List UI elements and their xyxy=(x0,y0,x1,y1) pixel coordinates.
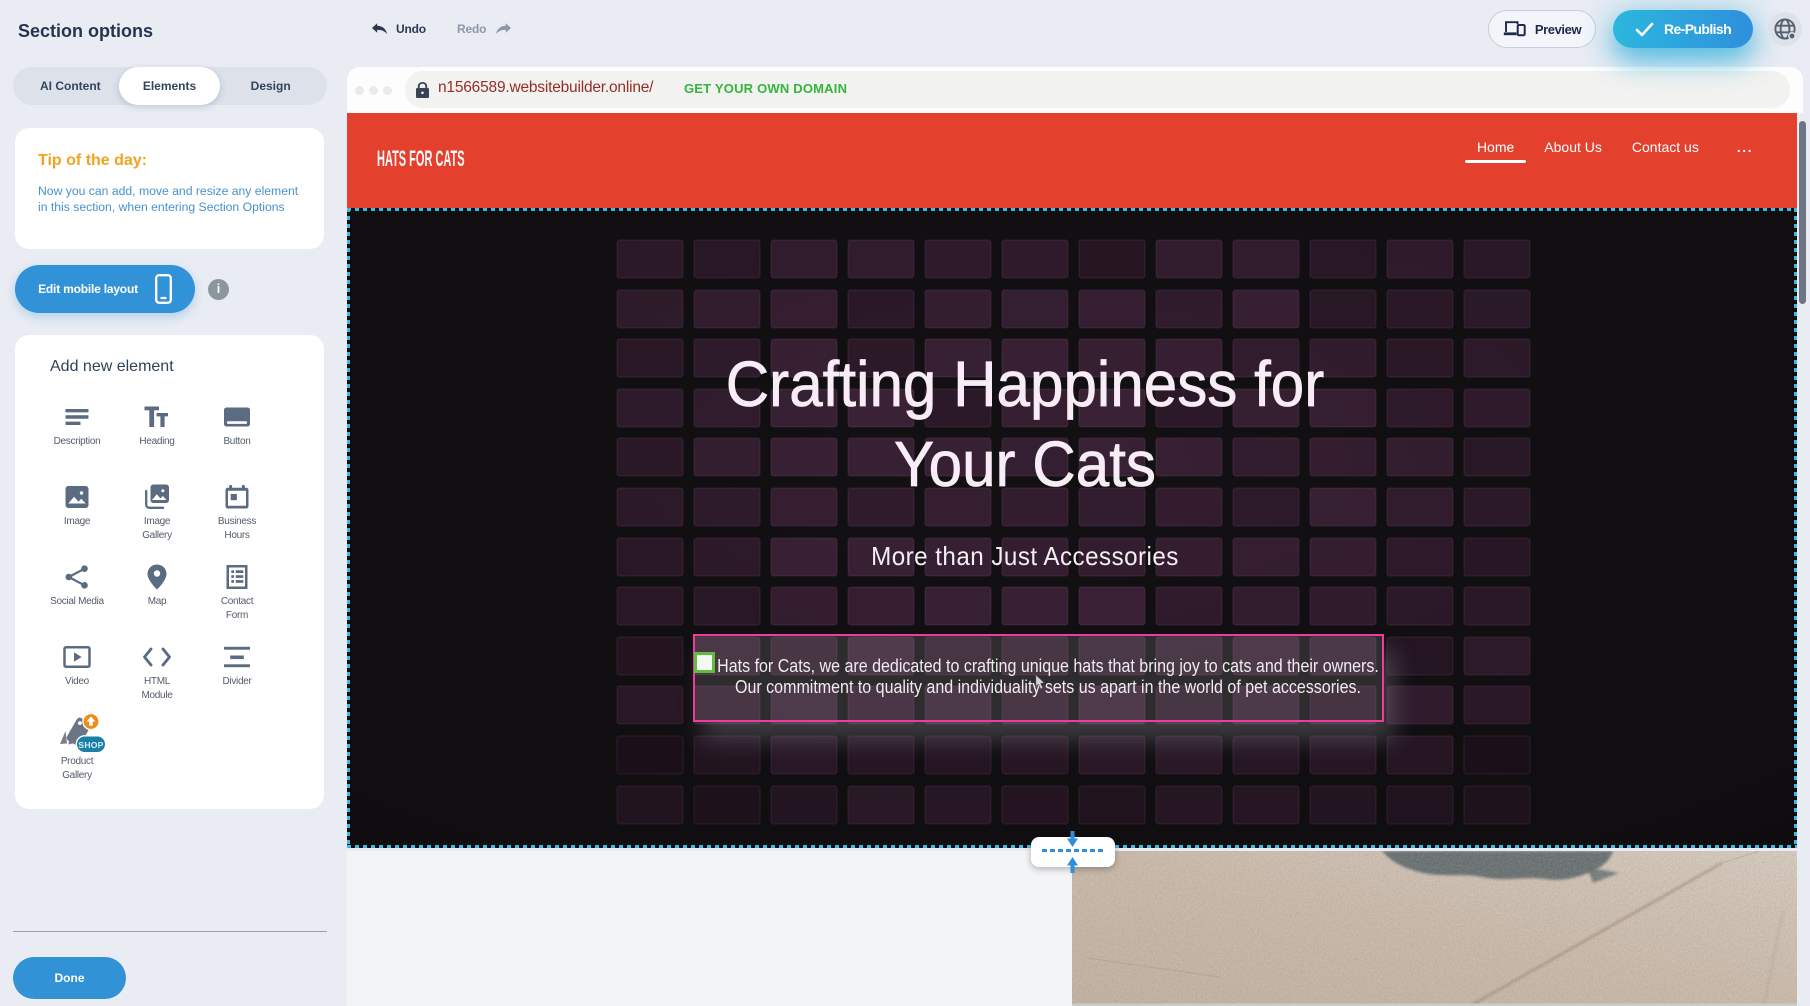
svg-text:SHOP: SHOP xyxy=(78,740,103,750)
